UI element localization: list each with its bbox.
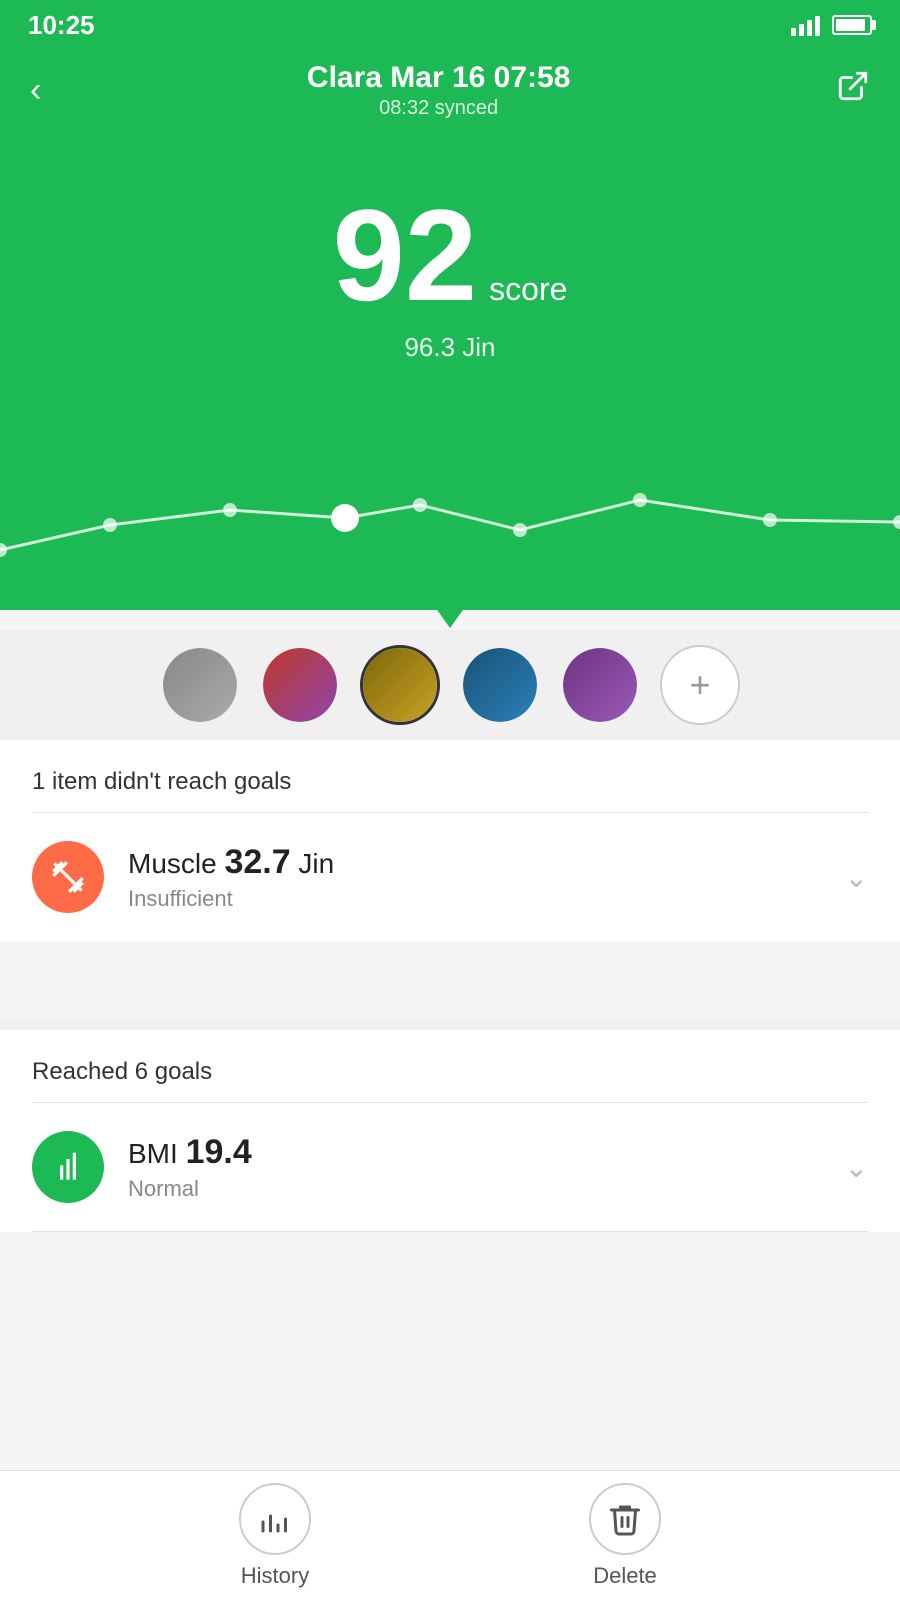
reached-section: Reached 6 goals BMI 19.4 Normal ⌄ [0,1020,900,1232]
delete-button[interactable]: Delete [589,1483,661,1589]
share-button[interactable] [836,69,870,111]
bmi-info: BMI 19.4 Normal [128,1133,821,1202]
arrow-pointer [430,600,470,628]
bmi-chevron: ⌄ [845,1151,868,1184]
history-button[interactable]: History [239,1483,311,1589]
bmi-status: Normal [128,1176,821,1202]
delete-label: Delete [593,1563,657,1589]
header: ‹ Clara Mar 16 07:58 08:32 synced [0,50,900,130]
back-button[interactable]: ‹ [30,73,41,107]
profile-avatar-3[interactable] [360,645,440,725]
status-icons [791,14,872,36]
bottom-toolbar: History Delete [0,1470,900,1600]
muscle-chevron: ⌄ [845,861,868,894]
profiles-row: + [0,630,900,740]
muscle-info: Muscle 32.7 Jin Insufficient [128,843,821,912]
chart-container [0,450,900,610]
muscle-title: Muscle 32.7 Jin [128,843,821,882]
score-weight: 96.3 Jin [404,332,495,363]
header-title: Clara Mar 16 07:58 [307,61,571,95]
add-profile-button[interactable]: + [660,645,740,725]
bmi-icon [32,1131,104,1203]
profile-avatar-5[interactable] [560,645,640,725]
header-center: Clara Mar 16 07:58 08:32 synced [307,61,571,120]
reached-header: Reached 6 goals [0,1030,900,1102]
bmi-row[interactable]: BMI 19.4 Normal ⌄ [0,1103,900,1231]
not-reached-header: 1 item didn't reach goals [0,740,900,812]
status-bar: 10:25 [0,0,900,50]
plus-icon: + [689,667,710,703]
header-subtitle: 08:32 synced [307,97,571,120]
history-icon-circle [239,1483,311,1555]
score-label: score [489,271,567,308]
score-area: 92 score 96.3 Jin [0,130,900,610]
delete-icon-circle [589,1483,661,1555]
score-display: 92 score [333,190,568,320]
battery-icon [832,15,872,35]
bmi-title: BMI 19.4 [128,1133,821,1172]
muscle-row[interactable]: Muscle 32.7 Jin Insufficient ⌄ [0,813,900,941]
signal-icon [791,14,820,36]
status-time: 10:25 [28,10,95,41]
score-number: 92 [333,190,478,320]
profile-avatar-4[interactable] [460,645,540,725]
muscle-icon [32,841,104,913]
profile-avatar-2[interactable] [260,645,340,725]
not-reached-section: 1 item didn't reach goals Muscle 32.7 Ji… [0,740,900,941]
history-label: History [241,1563,309,1589]
profile-avatar-1[interactable] [160,645,240,725]
bmi-bottom-divider [32,1231,868,1232]
muscle-status: Insufficient [128,886,821,912]
